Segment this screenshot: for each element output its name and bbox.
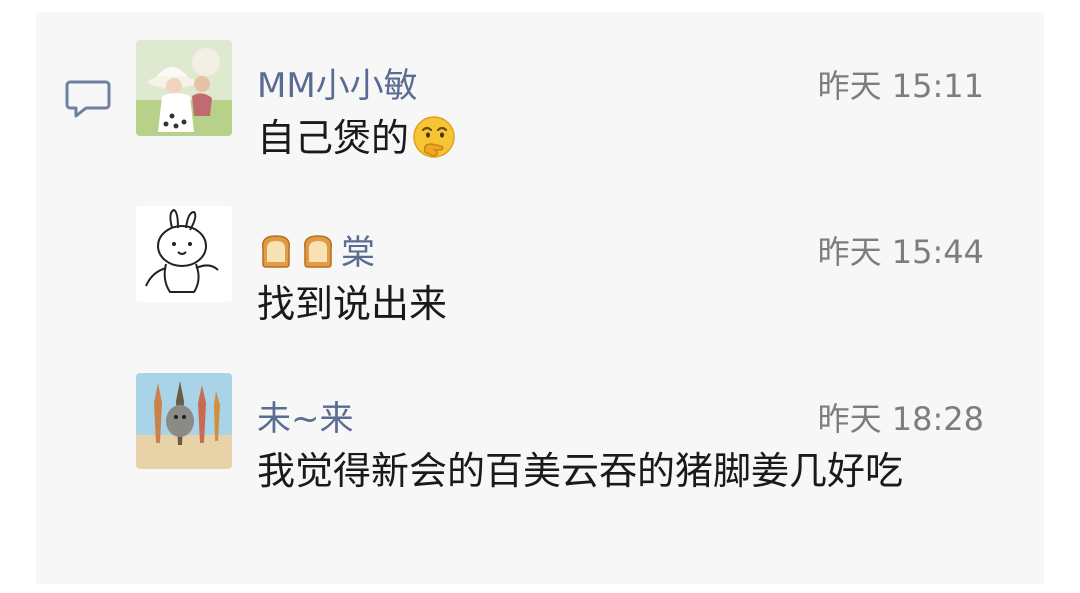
- comment-item: 棠 昨天 15:44 找到说出来: [136, 206, 996, 336]
- comment-bubble-icon: [65, 80, 111, 118]
- nickname[interactable]: 未~来: [257, 399, 354, 439]
- bread-icon: [304, 235, 332, 268]
- comment-text: 我觉得新会的百美云吞的猪脚姜几好吃: [257, 449, 904, 493]
- comment-text: 找到说出来: [257, 282, 448, 326]
- timestamp: 昨天 15:11: [817, 67, 984, 105]
- nickname[interactable]: MM小小敏: [257, 66, 418, 106]
- bread-icon: [262, 235, 290, 268]
- comment-text-body: 自己煲的: [257, 116, 410, 160]
- avatar[interactable]: [136, 373, 232, 469]
- timestamp: 昨天 15:44: [817, 233, 984, 271]
- thinking-face-icon: [413, 116, 455, 158]
- nickname[interactable]: 棠: [257, 232, 375, 273]
- avatar[interactable]: [136, 206, 232, 302]
- comment-item: MM小小敏 昨天 15:11 自己煲的: [136, 40, 996, 170]
- nickname-text: 棠: [341, 233, 375, 273]
- comment-text: 自己煲的: [257, 110, 987, 166]
- comment-item: 未~来 昨天 18:28 我觉得新会的百美云吞的猪脚姜几好吃: [136, 373, 996, 573]
- timestamp: 昨天 18:28: [817, 400, 984, 438]
- avatar[interactable]: [136, 40, 232, 136]
